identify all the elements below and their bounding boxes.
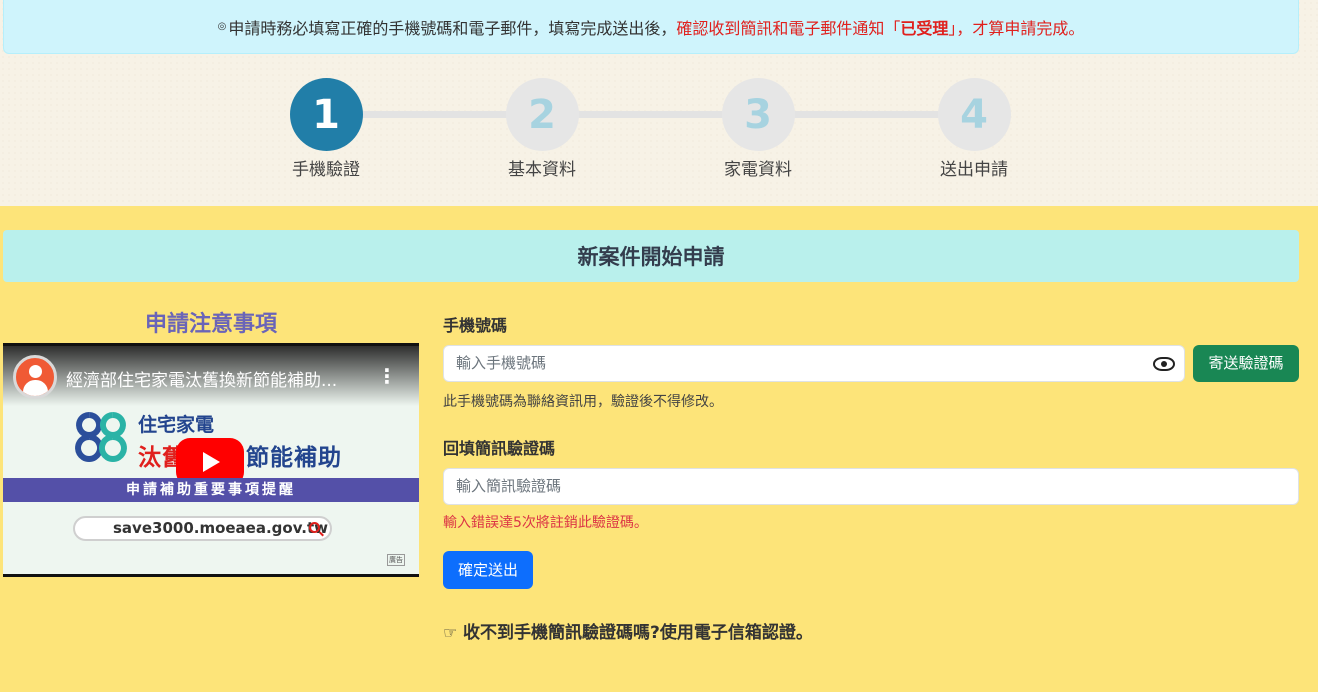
avatar-body — [23, 380, 48, 396]
phone-hint: 此手機號碼為聯絡資訊用，驗證後不得修改。 — [443, 394, 723, 410]
step-2: 2 基本資料 — [482, 78, 602, 180]
email-verification-link[interactable]: ☞ 收不到手機簡訊驗證碼嗎?使用電子信箱認證。 — [443, 618, 813, 643]
step-3: 3 家電資料 — [698, 78, 818, 180]
step-2-circle: 2 — [505, 78, 579, 151]
video-title[interactable]: 經濟部住宅家電汰舊換新節能補助... — [66, 366, 366, 391]
code-hint: 輸入錯誤達5次將註銷此驗證碼。 — [443, 515, 648, 531]
video-url: save3000.moeaea.gov.tw — [113, 519, 328, 537]
step-1-label: 手機驗證 — [292, 160, 360, 180]
section-title: 新案件開始申請 — [3, 230, 1299, 282]
video-player[interactable]: 經濟部住宅家電汰舊換新節能補助... ⋮ 住宅家電 汰舊 節能補助 申請補助重要事… — [3, 343, 419, 577]
notice-text-2: 確認收到簡訊和電子郵件通知「 — [676, 18, 901, 38]
step-1-circle: 1 — [289, 78, 363, 151]
step-2-label: 基本資料 — [508, 160, 576, 180]
progress-steps: 1 手機驗證 2 基本資料 3 家電資料 4 送出申請 — [0, 78, 1318, 188]
step-1: 1 手機驗證 — [266, 78, 386, 180]
step-4-label: 送出申請 — [940, 160, 1008, 180]
video-brand-rest: 節能補助 — [246, 445, 342, 471]
notice-text-1: 申請時務必填寫正確的手機號碼和電子郵件，填寫完成送出後， — [228, 18, 677, 38]
notice-text-3: 」，才算申請完成。 — [948, 18, 1085, 38]
notice-text-accepted: 已受理 — [900, 18, 949, 38]
notes-title: 申請注意事項 — [144, 312, 277, 337]
send-code-button[interactable]: 寄送驗證碼 — [1193, 345, 1299, 382]
pointing-hand-icon: ☞ — [443, 623, 458, 642]
channel-avatar[interactable] — [13, 355, 57, 399]
video-brand-line1: 住宅家電 — [138, 414, 215, 436]
code-input[interactable]: 輸入簡訊驗證碼 — [443, 468, 1299, 505]
more-options-icon[interactable]: ⋮ — [377, 364, 397, 388]
video-banner: 申請補助重要事項提醒 — [3, 478, 419, 502]
play-icon — [203, 452, 220, 472]
eye-pupil — [1161, 361, 1167, 367]
notice-alert: ◎ 申請時務必填寫正確的手機號碼和電子郵件，填寫完成送出後， 確認收到簡訊和電子… — [3, 0, 1299, 54]
steps-connector-line — [326, 111, 974, 118]
phone-label: 手機號碼 — [443, 316, 508, 335]
step-3-circle: 3 — [721, 78, 795, 151]
code-label: 回填簡訊驗證碼 — [443, 439, 556, 458]
step-4-circle: 4 — [937, 78, 1011, 151]
phone-input[interactable]: 輸入手機號碼 — [443, 345, 1185, 382]
eye-icon[interactable] — [1153, 357, 1175, 371]
step-3-label: 家電資料 — [724, 160, 792, 180]
notice-bullet: ◎ — [217, 21, 227, 32]
program-logo-icon — [75, 412, 127, 462]
submit-button[interactable]: 確定送出 — [443, 551, 533, 589]
step-4: 4 送出申請 — [914, 78, 1034, 180]
video-url-box: save3000.moeaea.gov.tw — [73, 516, 332, 541]
video-tag: 廣告 — [387, 554, 405, 566]
email-link-text[interactable]: 收不到手機簡訊驗證碼嗎?使用電子信箱認證。 — [463, 623, 813, 643]
search-icon — [309, 522, 320, 533]
avatar-head — [29, 365, 42, 378]
